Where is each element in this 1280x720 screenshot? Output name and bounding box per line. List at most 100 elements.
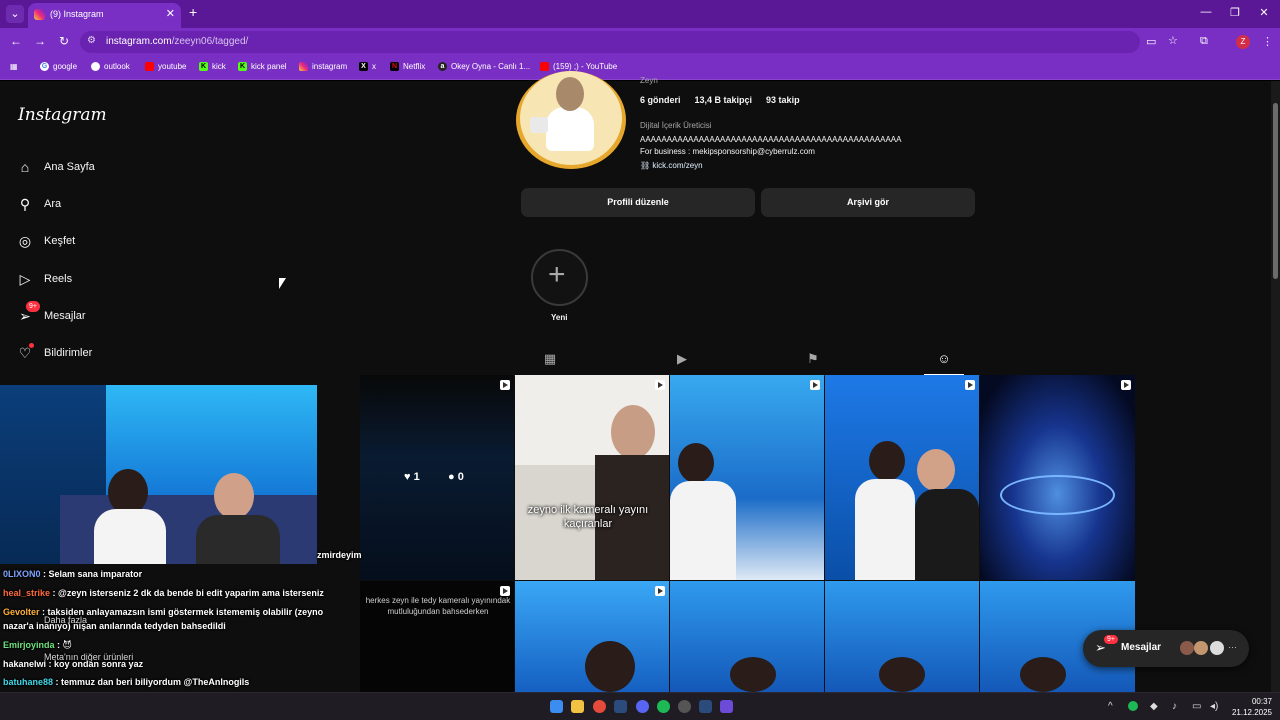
tagged-post-2[interactable]: zeyno ilk kameralı yayını kaçıranlar — [515, 375, 669, 580]
tab-reels-icon[interactable]: ▶ — [672, 351, 692, 367]
tagged-post-5[interactable] — [980, 375, 1135, 580]
site-info-icon[interactable]: ⚙ — [87, 35, 96, 46]
tagged-post-6[interactable]: herkes zeyn ile tedy kameralı yayınındak… — [360, 581, 514, 692]
contact-avatar — [1180, 641, 1194, 655]
tray-chevron-icon[interactable]: ^ — [1108, 701, 1113, 712]
coffee-cup-illustration — [530, 117, 548, 133]
view-archive-button[interactable]: Arşivi gör — [761, 188, 975, 217]
window-close-icon[interactable]: ✕ — [1254, 6, 1274, 19]
sidebar-item-explore[interactable]: ◎ Keşfet — [16, 229, 75, 253]
bookmark-instagram[interactable]: instagram — [299, 62, 347, 71]
restore-icon[interactable]: ❐ — [1225, 6, 1245, 19]
youtube-icon — [540, 62, 549, 71]
system-clock[interactable]: 00:37 21.12.2025 — [1228, 696, 1272, 718]
back-icon[interactable]: ← — [8, 34, 24, 48]
address-bar[interactable]: ⚙ instagram.com/zeeyn06/tagged/ ▭ ☆ — [80, 31, 1178, 53]
bookmark-google[interactable]: Ggoogle — [40, 62, 77, 71]
tray-spotify-icon[interactable] — [1128, 701, 1138, 711]
tagged-post-7[interactable] — [515, 581, 669, 692]
steam-icon[interactable] — [614, 700, 627, 713]
edit-profile-button[interactable]: Profili düzenle — [521, 188, 755, 217]
sidebar-item-search[interactable]: ⚲ Ara — [16, 192, 61, 216]
sidebar-item-reels[interactable]: ▷ Reels — [16, 267, 73, 291]
following-count[interactable]: 93 takip — [766, 95, 800, 105]
bookmark-kick[interactable]: Kkick — [199, 62, 226, 71]
bookmark-outlook[interactable]: outlook — [91, 62, 130, 71]
person-head — [214, 473, 254, 519]
messages-label: Mesajlar — [1121, 642, 1162, 653]
reels-icon: ▷ — [19, 271, 31, 287]
tab-saved-icon[interactable]: ⚑ — [803, 351, 823, 367]
x-icon: X — [359, 62, 368, 71]
chrome-icon[interactable] — [593, 700, 606, 713]
reload-icon[interactable]: ↻ — [56, 34, 72, 48]
chat-message: Emirjoyinda : 😈 — [3, 640, 72, 650]
start-icon[interactable] — [550, 700, 563, 713]
instagram-favicon-icon — [34, 9, 45, 20]
kick-icon: K — [199, 62, 208, 71]
profile-avatar[interactable] — [516, 71, 626, 169]
profile-stats: 6 gönderi 13,4 B takipçi 93 takip — [640, 95, 800, 105]
app-icon[interactable] — [720, 700, 733, 713]
new-tab-icon[interactable]: + — [189, 4, 197, 20]
bookmark-youtube-video[interactable]: (159) ;) - YouTube — [540, 62, 617, 71]
tagged-post-4[interactable] — [825, 375, 979, 580]
windows-taskbar: ^ ◆ ♪ ▭ ◂) 00:37 21.12.2025 — [0, 692, 1280, 720]
volume-icon[interactable]: ◂) — [1210, 701, 1218, 712]
bookmark-kick-panel[interactable]: Kkick panel — [238, 62, 287, 71]
tab-title: (9) Instagram — [50, 9, 104, 19]
network-icon[interactable]: ▭ — [1192, 701, 1201, 712]
tab-tagged-icon[interactable]: ☺ — [934, 351, 954, 366]
scrollbar-thumb[interactable] — [1273, 103, 1278, 279]
discord-icon[interactable] — [636, 700, 649, 713]
sidebar-item-messages[interactable]: ➢ 9+ Mesajlar — [16, 301, 86, 328]
sidebar-item-home[interactable]: ⌂ Ana Sayfa — [16, 155, 95, 179]
page-scrollbar[interactable] — [1271, 81, 1280, 692]
bookmark-youtube[interactable]: youtube — [145, 62, 186, 71]
spotify-icon[interactable] — [657, 700, 670, 713]
chat-message-continued: nazar'a inanıyo) nişan anılarında tedyde… — [3, 621, 226, 631]
browser-profile-avatar[interactable]: Z — [1236, 35, 1250, 49]
browser-menu-icon[interactable]: ⋮ — [1262, 35, 1273, 48]
contact-avatar — [1194, 641, 1208, 655]
profile-bio: AAAAAAAAAAAAAAAAAAAAAAAAAAAAAAAAAAAAAAAA… — [640, 135, 902, 144]
chat-message: hakanelwi : koy ondan sonra yaz — [3, 659, 144, 669]
steam-icon[interactable] — [699, 700, 712, 713]
notification-dot — [29, 343, 34, 348]
sidebar-more-label[interactable]: Daha fazla — [44, 615, 87, 625]
tagged-post-3[interactable] — [670, 375, 824, 580]
browser-toolbar: ← → ↻ ⚙ instagram.com/zeeyn06/tagged/ ▭ … — [0, 28, 1280, 56]
forward-icon[interactable]: → — [32, 34, 48, 48]
bookmark-star-icon[interactable]: ☆ — [1168, 34, 1178, 47]
cast-icon[interactable]: ▭ — [1146, 35, 1156, 48]
bookmark-okey[interactable]: a Okey Oyna - Canlı 1... — [438, 62, 530, 71]
extensions-icon[interactable]: ⧉ — [1200, 35, 1208, 48]
posts-count: 6 gönderi — [640, 95, 681, 105]
apps-grid-icon[interactable]: ▦ — [10, 62, 18, 71]
chat-message: batuhane88 : temmuz dan beri biliyordum … — [3, 677, 250, 687]
messages-badge: 9+ — [26, 301, 40, 312]
tagged-post-1[interactable]: ♥ 1 ● 0 — [360, 375, 514, 580]
obs-icon[interactable] — [678, 700, 691, 713]
tagged-post-8[interactable] — [670, 581, 824, 692]
bookmark-x[interactable]: Xx — [359, 62, 376, 71]
screen: ⌄ (9) Instagram ✕ + — ❐ ✕ ← → ↻ ⚙ instag… — [0, 0, 1280, 720]
plus-icon: + — [548, 258, 566, 291]
minimize-icon[interactable]: — — [1196, 6, 1216, 18]
sidebar-item-notifications[interactable]: ♡ Bildirimler — [16, 341, 92, 365]
instagram-logo[interactable]: Instagram — [18, 105, 107, 125]
microphone-icon[interactable]: ♪ — [1172, 701, 1177, 712]
bookmark-netflix[interactable]: N Netflix — [390, 62, 425, 71]
file-explorer-icon[interactable] — [571, 700, 584, 713]
tab-search-icon[interactable]: ⌄ — [6, 5, 24, 23]
browser-tab-instagram[interactable]: (9) Instagram ✕ — [28, 3, 181, 28]
tagged-post-9[interactable] — [825, 581, 979, 692]
tab-close-icon[interactable]: ✕ — [166, 7, 175, 20]
reel-icon — [500, 380, 510, 390]
followers-count[interactable]: 13,4 B takipçi — [695, 95, 753, 105]
tab-posts-grid-icon[interactable]: ▦ — [540, 351, 560, 367]
tray-steam-icon[interactable]: ◆ — [1150, 701, 1158, 712]
profile-link[interactable]: ⛓ kick.com/zeyn — [640, 161, 703, 170]
post-caption: herkes zeyn ile tedy kameralı yayınındak… — [365, 596, 511, 616]
floating-messages-button[interactable]: ➢ 9+ Mesajlar ··· — [1083, 630, 1249, 667]
